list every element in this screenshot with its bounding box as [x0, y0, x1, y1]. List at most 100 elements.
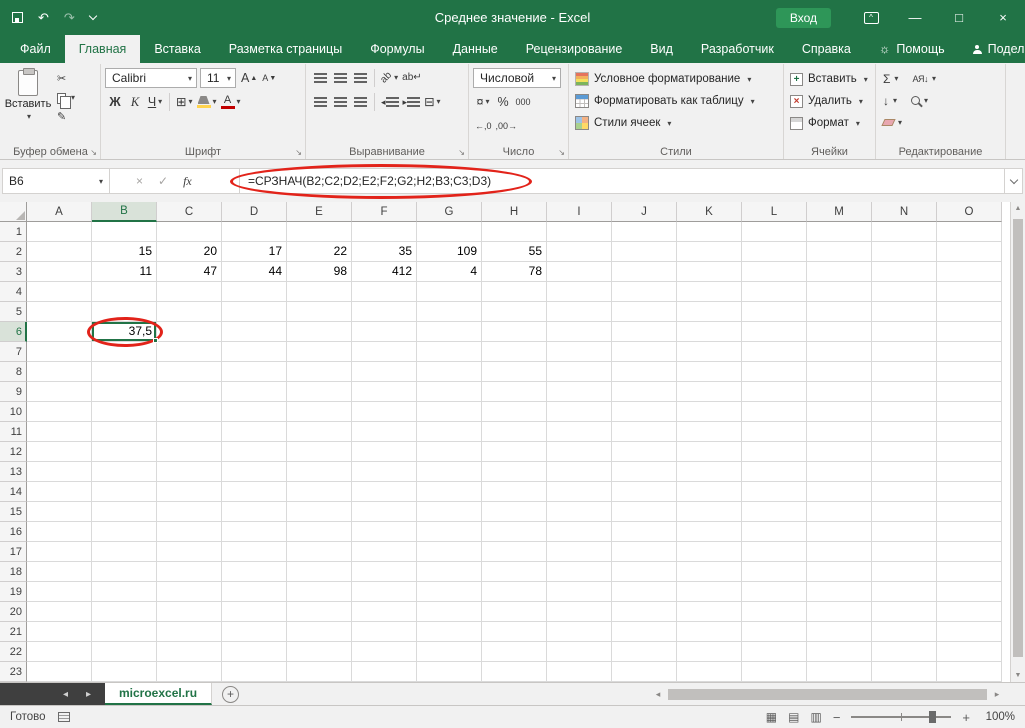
cell-A18[interactable] — [27, 562, 92, 582]
cell-C16[interactable] — [157, 522, 222, 542]
wrap-text-button[interactable]: ab↵ — [400, 68, 424, 88]
cell-G1[interactable] — [417, 222, 482, 242]
cell-E12[interactable] — [287, 442, 352, 462]
cell-L14[interactable] — [742, 482, 807, 502]
cell-B17[interactable] — [92, 542, 157, 562]
cell-B10[interactable] — [92, 402, 157, 422]
cell-J9[interactable] — [612, 382, 677, 402]
cell-B3[interactable]: 11 — [92, 262, 157, 282]
cell-O11[interactable] — [937, 422, 1002, 442]
cell-M21[interactable] — [807, 622, 872, 642]
cell-H4[interactable] — [482, 282, 547, 302]
paste-button[interactable]: Вставить ▾ — [5, 68, 51, 126]
cell-H11[interactable] — [482, 422, 547, 442]
cell-O19[interactable] — [937, 582, 1002, 602]
cell-G21[interactable] — [417, 622, 482, 642]
cell-D8[interactable] — [222, 362, 287, 382]
sheet-tab-microexcel[interactable]: microexcel.ru — [105, 683, 212, 705]
cell-G5[interactable] — [417, 302, 482, 322]
column-header-I[interactable]: I — [547, 202, 612, 222]
cell-D23[interactable] — [222, 662, 287, 682]
cell-J10[interactable] — [612, 402, 677, 422]
cell-E6[interactable] — [287, 322, 352, 342]
cell-M4[interactable] — [807, 282, 872, 302]
cell-A4[interactable] — [27, 282, 92, 302]
scroll-right-icon[interactable]: ▸ — [989, 689, 1005, 700]
cell-L9[interactable] — [742, 382, 807, 402]
column-header-D[interactable]: D — [222, 202, 287, 222]
cell-H6[interactable] — [482, 322, 547, 342]
cell-K14[interactable] — [677, 482, 742, 502]
row-header-19[interactable]: 19 — [0, 582, 27, 602]
horizontal-scroll-thumb[interactable] — [668, 689, 987, 700]
cell-O12[interactable] — [937, 442, 1002, 462]
cell-L2[interactable] — [742, 242, 807, 262]
cell-I8[interactable] — [547, 362, 612, 382]
cell-L1[interactable] — [742, 222, 807, 242]
cell-K16[interactable] — [677, 522, 742, 542]
cell-K6[interactable] — [677, 322, 742, 342]
cell-B13[interactable] — [92, 462, 157, 482]
cell-E16[interactable] — [287, 522, 352, 542]
cell-K5[interactable] — [677, 302, 742, 322]
cell-B12[interactable] — [92, 442, 157, 462]
cell-A3[interactable] — [27, 262, 92, 282]
cell-C22[interactable] — [157, 642, 222, 662]
cell-B11[interactable] — [92, 422, 157, 442]
cell-N17[interactable] — [872, 542, 937, 562]
column-header-F[interactable]: F — [352, 202, 417, 222]
row-header-21[interactable]: 21 — [0, 622, 27, 642]
cell-O10[interactable] — [937, 402, 1002, 422]
cell-M19[interactable] — [807, 582, 872, 602]
borders-button[interactable]: ⊞▾ — [174, 92, 195, 112]
cell-O9[interactable] — [937, 382, 1002, 402]
cell-H21[interactable] — [482, 622, 547, 642]
cell-N10[interactable] — [872, 402, 937, 422]
accounting-format-button[interactable]: ¤▾ — [473, 92, 493, 112]
cell-F6[interactable] — [352, 322, 417, 342]
cell-A19[interactable] — [27, 582, 92, 602]
scroll-down-icon[interactable]: ▼ — [1011, 672, 1025, 679]
align-center-button[interactable] — [330, 92, 350, 112]
cell-N1[interactable] — [872, 222, 937, 242]
cell-G8[interactable] — [417, 362, 482, 382]
cell-B9[interactable] — [92, 382, 157, 402]
cell-C21[interactable] — [157, 622, 222, 642]
cell-H10[interactable] — [482, 402, 547, 422]
cell-M13[interactable] — [807, 462, 872, 482]
cell-O8[interactable] — [937, 362, 1002, 382]
cell-H2[interactable]: 55 — [482, 242, 547, 262]
cell-B1[interactable] — [92, 222, 157, 242]
cell-E13[interactable] — [287, 462, 352, 482]
cell-I20[interactable] — [547, 602, 612, 622]
cell-F10[interactable] — [352, 402, 417, 422]
cell-B21[interactable] — [92, 622, 157, 642]
cell-C23[interactable] — [157, 662, 222, 682]
cell-H19[interactable] — [482, 582, 547, 602]
row-header-16[interactable]: 16 — [0, 522, 27, 542]
cell-M11[interactable] — [807, 422, 872, 442]
cell-I1[interactable] — [547, 222, 612, 242]
cell-F12[interactable] — [352, 442, 417, 462]
select-all-button[interactable] — [0, 202, 27, 222]
insert-cells-button[interactable]: + Вставить ▾ — [788, 68, 872, 90]
cell-D14[interactable] — [222, 482, 287, 502]
cell-D3[interactable]: 44 — [222, 262, 287, 282]
cell-I9[interactable] — [547, 382, 612, 402]
cell-B23[interactable] — [92, 662, 157, 682]
cell-E14[interactable] — [287, 482, 352, 502]
row-header-2[interactable]: 2 — [0, 242, 27, 262]
cell-A13[interactable] — [27, 462, 92, 482]
number-format-select[interactable]: Числовой ▾ — [473, 68, 561, 88]
cell-J21[interactable] — [612, 622, 677, 642]
cell-B6[interactable]: 37,5 — [92, 322, 157, 342]
cell-E20[interactable] — [287, 602, 352, 622]
cell-E21[interactable] — [287, 622, 352, 642]
cell-A20[interactable] — [27, 602, 92, 622]
cell-J7[interactable] — [612, 342, 677, 362]
cell-L16[interactable] — [742, 522, 807, 542]
cell-G11[interactable] — [417, 422, 482, 442]
format-cells-button[interactable]: Формат ▾ — [788, 112, 872, 134]
vertical-align-bottom-button[interactable] — [350, 68, 370, 88]
cell-A23[interactable] — [27, 662, 92, 682]
